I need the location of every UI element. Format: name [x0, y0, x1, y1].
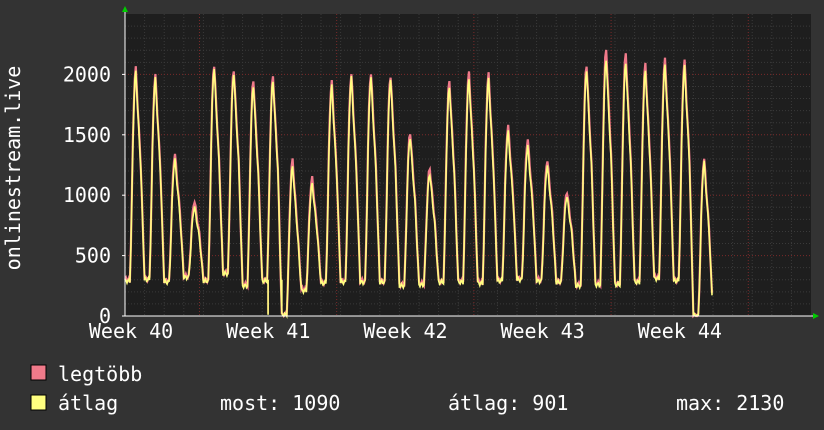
x-tick-label: Week 44 [638, 319, 722, 343]
x-tick-label: Week 43 [500, 319, 584, 343]
line-chart: 0500100015002000 Week 40 Week 41 Week 42 We… [0, 0, 824, 430]
y-axis-label: onlinestream.live [1, 66, 25, 271]
y-tick-label: 2000 [63, 62, 111, 86]
y-tick-label: 500 [75, 244, 111, 268]
summary-now: most: 1090 [220, 391, 340, 415]
summary-max: max: 2130 [676, 391, 784, 415]
x-tick-label: Week 42 [363, 319, 447, 343]
legend-swatch-max [30, 364, 47, 381]
y-tick-label: 1500 [63, 123, 111, 147]
chart-page: 0 500 1000 1500 2000 Week 40 Week 41 Week 42 We… [0, 0, 824, 430]
legend-label-avg: átlag [58, 391, 118, 415]
x-tick-label: Week 40 [89, 319, 173, 343]
y-tick-label: 1000 [63, 183, 111, 207]
summary-avg: átlag: 901 [448, 391, 568, 415]
legend-label-max: legtöbb [58, 362, 142, 386]
legend-swatch-avg [30, 394, 47, 411]
x-tick-label: Week 41 [226, 319, 310, 343]
